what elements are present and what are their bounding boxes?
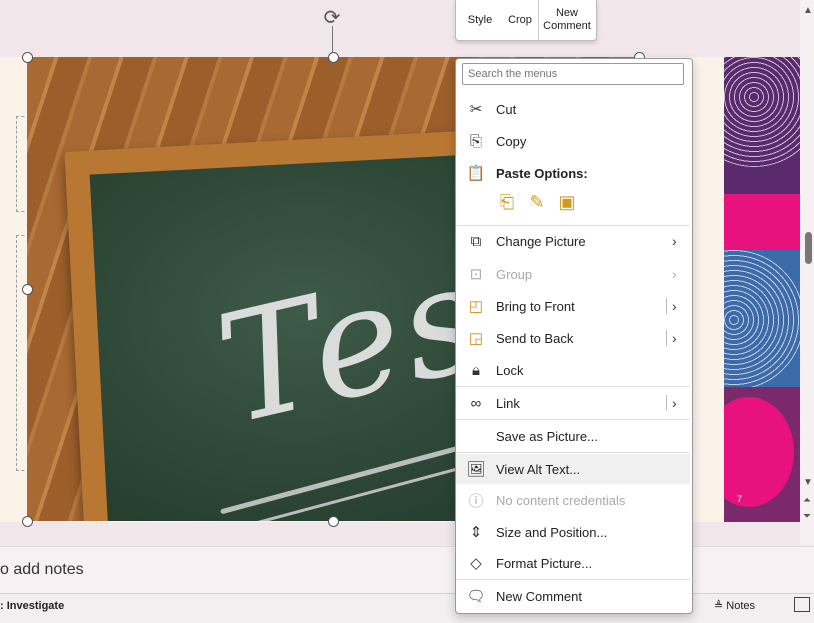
resize-handle-top-left[interactable]	[22, 52, 33, 63]
new-comment-label-line2: Comment	[543, 20, 591, 32]
menu-item-label: Change Picture	[496, 233, 586, 249]
format-icon: ◇	[470, 555, 482, 572]
menu-item-label: Bring to Front	[496, 298, 575, 314]
menu-item-size-and-position[interactable]: ⇕ Size and Position...	[456, 517, 690, 547]
split-divider	[666, 330, 667, 346]
bring-front-icon: ◰	[468, 298, 484, 315]
menu-item-cut[interactable]: ✂ Cut	[456, 94, 690, 124]
menu-item-label: No content credentials	[496, 492, 626, 508]
decor-tile-purple	[724, 57, 800, 194]
notes-label: Notes	[726, 600, 756, 612]
previous-slide-icon[interactable]: ⏶	[803, 496, 811, 506]
menu-item-change-picture[interactable]: ⧉ Change Picture ›	[456, 226, 690, 256]
mini-toolbar: Style Crop New Comment	[455, 0, 597, 41]
split-divider	[666, 395, 667, 411]
scissors-icon: ✂	[469, 101, 483, 118]
style-button[interactable]: Style	[462, 0, 498, 40]
paste-keep-formatting-icon[interactable]: ✎	[526, 190, 548, 214]
menu-separator	[456, 419, 690, 420]
menu-item-link[interactable]: ∞ Link ›	[456, 388, 690, 418]
new-comment-label-line1: New	[555, 7, 578, 19]
scroll-up-icon[interactable]: ▲	[803, 6, 813, 16]
group-icon: ⊡	[469, 266, 483, 283]
chevron-right-icon[interactable]: ›	[672, 330, 677, 346]
menu-item-group: ⊡ Group ›	[456, 259, 690, 289]
paste-picture-icon[interactable]: ▣	[556, 190, 578, 214]
vertical-scrollbar[interactable]	[800, 0, 814, 545]
alt-text-icon: 🖼︎	[466, 461, 486, 478]
notes-icon: ≜	[714, 600, 724, 612]
menu-item-copy[interactable]: ⎘ Copy	[456, 126, 690, 156]
resize-handle-left[interactable]	[22, 284, 33, 295]
menu-item-new-comment[interactable]: 🗨︎ New Comment	[456, 581, 690, 611]
chevron-right-icon[interactable]: ›	[672, 298, 677, 314]
comment-icon: 🗨︎	[466, 588, 486, 605]
link-icon: ∞	[470, 394, 482, 412]
decor-tile-pink	[724, 194, 800, 250]
menu-item-label: New Comment	[496, 588, 582, 604]
menu-item-label: View Alt Text...	[496, 461, 581, 477]
lock-icon: 🔒︎	[472, 361, 480, 379]
info-icon: ⓘ	[468, 492, 484, 510]
menu-item-view-alt-text[interactable]: 🖼︎ View Alt Text...	[456, 454, 690, 484]
scroll-down-icon[interactable]: ▼	[803, 478, 813, 488]
resize-handle-top[interactable]	[328, 52, 339, 63]
split-divider	[666, 298, 667, 314]
paste-options-header: 📋 Paste Options:	[456, 158, 690, 188]
menu-item-label: Format Picture...	[496, 555, 593, 571]
send-back-icon: ◲	[468, 330, 484, 347]
change-picture-icon: ⧉	[470, 232, 482, 250]
new-comment-button[interactable]: New Comment	[540, 0, 594, 40]
menu-item-no-content-credentials: ⓘ No content credentials	[456, 485, 690, 515]
menu-search-input[interactable]	[462, 63, 684, 85]
chevron-right-icon: ›	[672, 266, 677, 282]
menu-separator	[456, 386, 690, 387]
menu-item-save-as-picture[interactable]: Save as Picture...	[456, 421, 690, 451]
menu-item-label: Group	[496, 266, 533, 282]
resize-handle-bottom-left[interactable]	[22, 516, 33, 527]
rotate-handle-icon[interactable]: ⟳	[322, 8, 342, 28]
menu-item-lock[interactable]: 🔒︎ Lock	[456, 355, 690, 385]
paste-keep-text-icon[interactable]: ⎗	[496, 190, 518, 214]
paste-options-group: ⎗ ✎ ▣	[496, 190, 578, 214]
scroll-thumb[interactable]	[805, 232, 812, 264]
menu-item-bring-to-front[interactable]: ◰ Bring to Front ›	[456, 291, 690, 321]
chevron-right-icon: ›	[672, 233, 677, 249]
size-icon: ⇕	[469, 524, 483, 541]
menu-item-label: Link	[496, 395, 520, 411]
next-slide-icon[interactable]: ⏷	[803, 512, 811, 522]
chevron-right-icon[interactable]: ›	[672, 395, 677, 411]
menu-separator	[456, 452, 690, 453]
menu-item-label: Save as Picture...	[496, 428, 598, 444]
menu-item-label: Paste Options:	[496, 165, 588, 181]
menu-item-label: Cut	[496, 101, 517, 117]
resize-handle-bottom[interactable]	[328, 516, 339, 527]
divider	[538, 0, 539, 40]
menu-item-label: Lock	[496, 362, 524, 378]
status-accessibility[interactable]: : Investigate	[0, 600, 64, 612]
menu-separator	[456, 579, 690, 580]
clipboard-icon: 📋	[466, 165, 486, 182]
notes-placeholder: o add notes	[0, 561, 84, 578]
notes-toggle-button[interactable]: ≜ Notes	[714, 599, 755, 612]
crop-button[interactable]: Crop	[504, 0, 536, 40]
copy-icon: ⎘	[469, 132, 482, 150]
menu-item-label: Copy	[496, 133, 527, 149]
decor-tile-magenta	[724, 387, 800, 522]
normal-view-icon[interactable]	[794, 597, 810, 612]
slide-number: 7	[737, 494, 743, 504]
menu-item-send-to-back[interactable]: ◲ Send to Back ›	[456, 323, 690, 353]
decor-tile-blue	[724, 250, 800, 387]
menu-item-label: Send to Back	[496, 330, 574, 346]
menu-item-format-picture[interactable]: ◇ Format Picture...	[456, 548, 690, 578]
context-menu: ✂ Cut ⎘ Copy 📋 Paste Options: ⎗ ✎ ▣ ⧉ Ch…	[455, 58, 693, 614]
menu-item-label: Size and Position...	[496, 524, 608, 540]
